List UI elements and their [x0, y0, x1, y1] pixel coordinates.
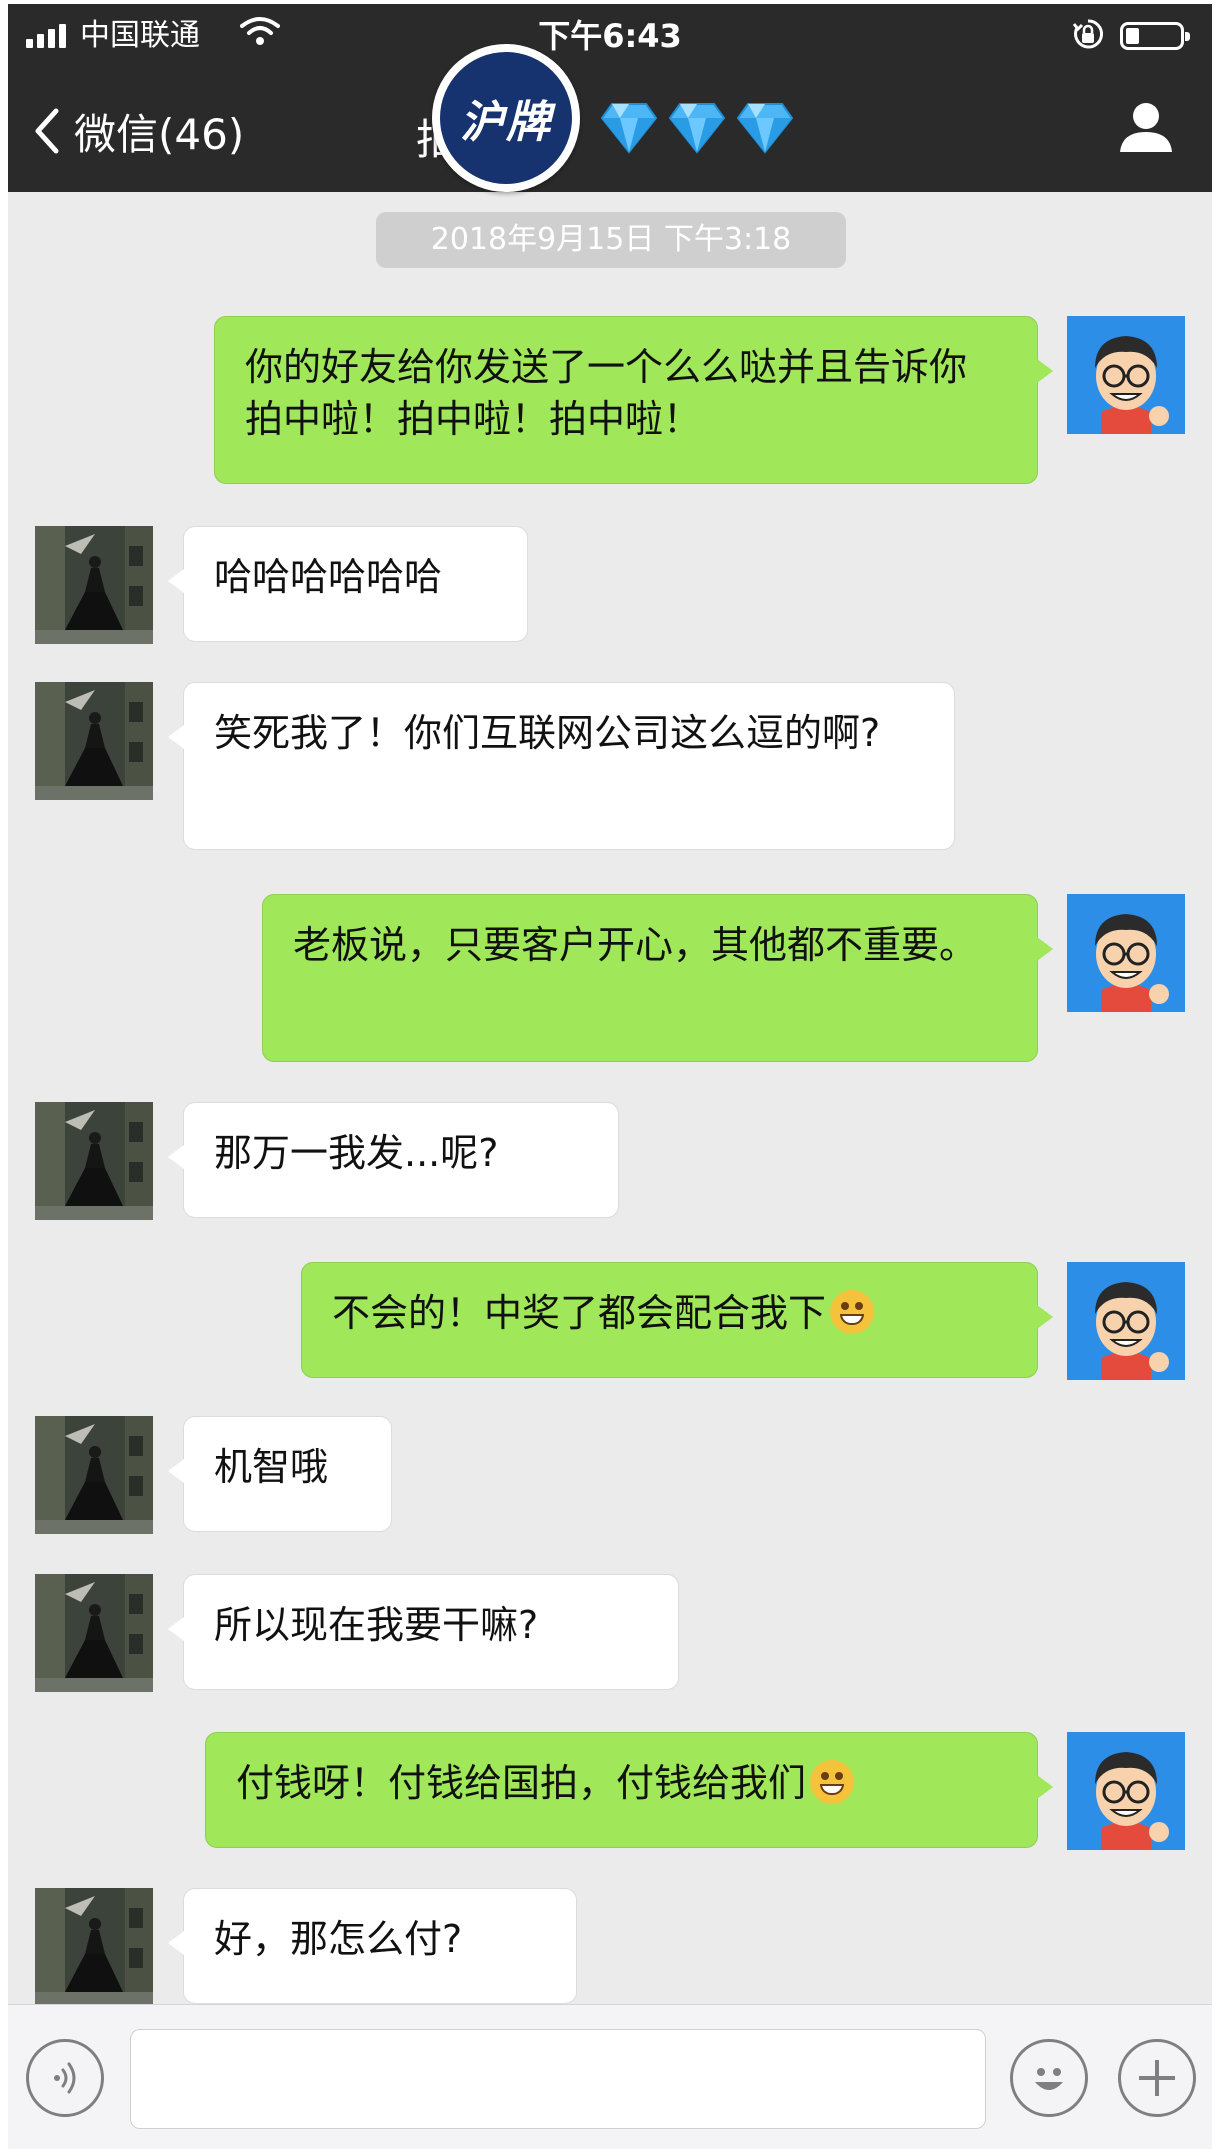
person-icon: [1120, 103, 1172, 152]
nav-bar: 微信(46) 拍 沪牌: [8, 44, 1212, 192]
diamond-icons: [600, 102, 794, 154]
message-text: 老板说，只要客户开心，其他都不重要。: [293, 923, 978, 967]
message-text: 哈哈哈哈哈哈: [214, 555, 443, 599]
emoji-icon: [1035, 2068, 1063, 2090]
message-bubble-sent[interactable]: 不会的！中奖了都会配合我下: [301, 1262, 1053, 1378]
status-time: 下午6:43: [538, 17, 682, 55]
star-eyes-emoji-icon: [810, 1760, 855, 1804]
diamond-icon: [668, 103, 726, 154]
woman-photo-icon: [35, 682, 153, 800]
phone-screen: 中国联通 下午6:43 微信(46) 沪牌 2018年9月15日 下午3:18 …: [8, 4, 1212, 2149]
battery-icon: [1120, 22, 1190, 50]
woman-photo-icon: [35, 1102, 153, 1220]
message-bubble-received[interactable]: 笑死我了！你们互联网公司这么逗的啊?: [168, 682, 955, 850]
timestamp: 2018年9月15日 下午3:18: [376, 212, 846, 268]
contact-avatar[interactable]: [35, 1574, 153, 1692]
my-avatar[interactable]: [1067, 1262, 1185, 1380]
plus-icon: [1139, 2060, 1175, 2096]
message-bubble-received[interactable]: 哈哈哈哈哈哈: [168, 526, 528, 642]
orientation-lock-icon: [1072, 18, 1104, 56]
message-bubble-sent[interactable]: 老板说，只要客户开心，其他都不重要。: [262, 894, 1053, 1062]
diamond-icon: [736, 103, 794, 154]
diamond-icon: [600, 103, 658, 154]
contact-avatar[interactable]: [35, 682, 153, 800]
my-avatar[interactable]: [1067, 894, 1185, 1012]
my-avatar[interactable]: [1067, 316, 1185, 434]
shanghai-plate-logo: 沪牌: [432, 44, 580, 192]
message-bubble-received[interactable]: 所以现在我要干嘛?: [168, 1574, 679, 1690]
grinning-emoji-icon: [830, 1290, 875, 1334]
message-bubble-sent[interactable]: 付钱呀！付钱给国拍，付钱给我们: [205, 1732, 1053, 1848]
input-bar: [8, 2004, 1212, 2149]
battery-level: [1126, 28, 1139, 44]
cartoon-avatar-icon: [1067, 894, 1185, 1012]
contact-avatar[interactable]: [35, 526, 153, 644]
more-button[interactable]: [1118, 2039, 1196, 2117]
contact-avatar[interactable]: [35, 1102, 153, 1220]
woman-photo-icon: [35, 526, 153, 644]
message-bubble-received[interactable]: 机智哦: [168, 1416, 392, 1532]
cartoon-avatar-icon: [1067, 1262, 1185, 1380]
message-text: 那万一我发...呢?: [214, 1131, 499, 1175]
voice-button[interactable]: [26, 2039, 104, 2117]
message-bubble-received[interactable]: 好，那怎么付?: [168, 1888, 577, 2004]
my-avatar[interactable]: [1067, 1732, 1185, 1850]
message-text: 笑死我了！你们互联网公司这么逗的啊?: [214, 711, 881, 755]
woman-photo-icon: [35, 1574, 153, 1692]
message-text: 所以现在我要干嘛?: [214, 1603, 539, 1647]
message-text: 机智哦: [214, 1445, 329, 1489]
woman-photo-icon: [35, 1888, 153, 2006]
back-label: 微信(46): [74, 109, 245, 159]
logo-text: 沪牌: [460, 97, 552, 148]
status-bar: 中国联通 下午6:43: [8, 4, 1212, 70]
chevron-left-icon: [35, 108, 59, 154]
cartoon-avatar-icon: [1067, 1732, 1185, 1850]
contact-avatar[interactable]: [35, 1888, 153, 2006]
message-input[interactable]: [130, 2029, 986, 2129]
message-text: 你的好友给你发送了一个么么哒并且告诉你 拍中啦！拍中啦！拍中啦！: [245, 345, 968, 441]
voice-icon: [54, 2062, 76, 2094]
message-text: 付钱呀！付钱给国拍，付钱给我们: [236, 1761, 807, 1805]
emoji-button[interactable]: [1010, 2039, 1088, 2117]
message-bubble-sent[interactable]: 你的好友给你发送了一个么么哒并且告诉你 拍中啦！拍中啦！拍中啦！: [214, 316, 1053, 484]
cartoon-avatar-icon: [1067, 316, 1185, 434]
back-button[interactable]: 微信(46): [32, 96, 244, 166]
top-bar: 中国联通 下午6:43 微信(46) 沪牌: [8, 4, 1212, 192]
woman-photo-icon: [35, 1416, 153, 1534]
message-bubble-received[interactable]: 那万一我发...呢?: [168, 1102, 619, 1218]
chat-area[interactable]: 2018年9月15日 下午3:18 你的好友给你发送了一个么么哒并且告诉你 拍中…: [8, 192, 1212, 2006]
chat-info-button[interactable]: [1118, 100, 1174, 158]
message-text: 好，那怎么付?: [214, 1917, 463, 1961]
message-text: 不会的！中奖了都会配合我下: [332, 1291, 827, 1335]
contact-avatar[interactable]: [35, 1416, 153, 1534]
